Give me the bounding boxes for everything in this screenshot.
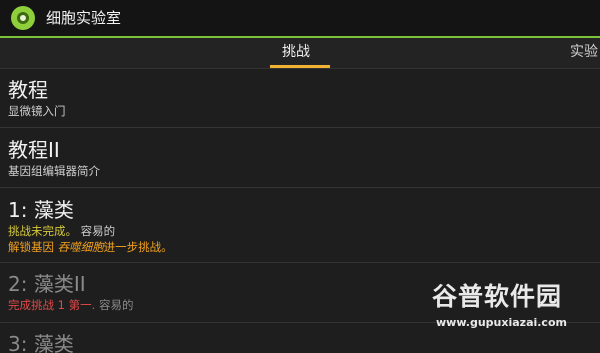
item-status-line: 挑战未完成。 容易的 (8, 223, 600, 239)
tab-experiments[interactable]: 实验 (570, 42, 598, 62)
requirement-text: 完成挑战 1 第一. (8, 298, 96, 312)
item-subtitle: 显微镜入门 (8, 104, 66, 118)
difficulty-label: 容易的 (98, 298, 134, 312)
app-title: 细胞实验室 (46, 9, 122, 27)
item-title: 教程 (8, 78, 48, 102)
watermark: 谷普软件园 www.gupuxiazai.com (430, 282, 600, 336)
item-subtitle: 基因组编辑器简介 (8, 164, 100, 178)
item-title: 教程II (8, 138, 60, 162)
cell-icon[interactable] (11, 6, 35, 30)
challenge-status: 挑战未完成。 (8, 224, 77, 238)
list-item-challenge-1[interactable]: 1: 藻类 挑战未完成。 容易的 解锁基因 吞噬细胞进一步挑战。 (0, 188, 600, 263)
tab-challenges[interactable]: 挑战 (282, 42, 310, 62)
watermark-text: 谷普软件园 (432, 282, 563, 311)
list-item-tutorial[interactable]: 教程 显微镜入门 (0, 69, 600, 128)
unlock-suffix: 进一步挑战。 (103, 240, 173, 254)
watermark-url: www.gupuxiazai.com (436, 316, 567, 329)
tab-bar: 挑战 实验 (0, 38, 600, 69)
unlock-prefix: 解锁基因 (8, 240, 54, 254)
unlock-line: 解锁基因 吞噬细胞进一步挑战。 (8, 239, 600, 255)
selected-tab-indicator (270, 65, 330, 68)
difficulty-label: 容易的 (80, 224, 116, 238)
list-item-tutorial-2[interactable]: 教程II 基因组编辑器简介 (0, 128, 600, 188)
app-bar: 细胞实验室 (0, 0, 600, 36)
unlock-gene: 吞噬细胞 (57, 240, 104, 254)
item-title: 1: 藻类 (8, 198, 74, 222)
